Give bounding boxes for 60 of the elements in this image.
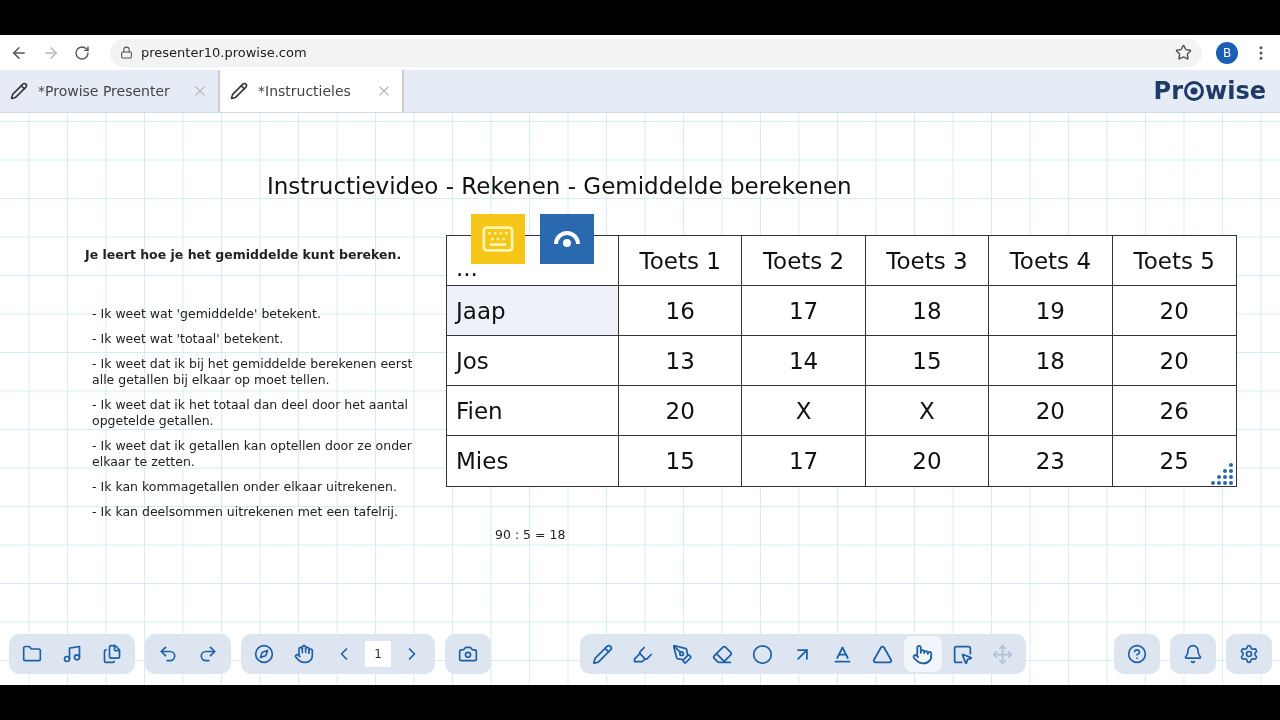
goal-text: - Ik kan deelsommen uitrekenen met een tafelrij. [92,504,399,520]
broadcast-button[interactable] [540,214,594,264]
star-icon[interactable] [1175,44,1192,61]
column-header: Toets 5 [1112,236,1236,286]
score-cell: 25 [1112,436,1236,486]
calculation-text: 90 : 5 = 18 [495,527,567,542]
score-cell: 17 [742,436,866,486]
goal-text: - Ik weet wat 'gemiddelde' betekent. [92,306,322,322]
triangle-icon [872,643,893,665]
score-cell: 14 [742,336,866,386]
name-cell[interactable]: Fien [447,386,619,436]
url-text: presenter10.prowise.com [141,45,307,60]
score-cell: 15 [619,436,743,486]
lock-icon [120,46,133,59]
column-header: Toets 3 [865,236,990,286]
score-cell: X [742,386,866,436]
score-cell: 23 [989,436,1113,486]
select-icon [952,643,973,665]
reload-icon[interactable] [74,44,90,61]
slide-title: Instructievideo - Rekenen - Gemiddelde berekenen [267,173,853,199]
score-cell: 20 [619,386,743,436]
score-cell: 19 [989,286,1113,336]
goal-text: - Ik weet dat ik bij het gemiddelde berekenen eerst alle getallen bij elkaar op moet tellen. [92,356,414,388]
score-cell: 16 [619,286,743,336]
score-cell: 20 [989,386,1113,436]
score-cell: 20 [1112,286,1236,336]
resize-handle-icon[interactable] [1211,461,1235,485]
page-number[interactable]: 1 [365,641,391,667]
score-cell: X [865,386,990,436]
pencil-icon [230,82,248,100]
score-cell: 15 [865,336,990,386]
pointer-hand-tool[interactable] [903,636,942,672]
score-cell: 18 [989,336,1113,386]
prowise-logo: Pr wise [1153,76,1267,107]
pointer-hand-icon [912,643,933,665]
name-cell[interactable]: Mies [447,436,619,486]
goal-text: - Ik weet wat 'totaal' betekent. [92,331,285,347]
circle-icon [752,643,773,665]
score-cell: 20 [1112,336,1236,386]
goal-text: - Ik weet dat ik het totaal dan deel door het aantal opgetelde getallen. [92,397,410,429]
column-header: Toets 4 [989,236,1113,286]
score-cell: 17 [742,286,866,336]
name-cell[interactable]: Jaap [447,286,619,336]
address-bar[interactable]: presenter10.prowise.com [110,38,1202,67]
column-header: Toets 2 [742,236,866,286]
score-cell: 20 [865,436,990,486]
score-cell: 26 [1112,386,1236,436]
score-cell: 18 [865,286,990,336]
goal-text: - Ik weet dat ik getallen kan optellen door ze onder elkaar te zetten. [92,438,413,470]
profile-avatar[interactable]: B [1216,41,1238,64]
document-tab[interactable]: *Instructieles [220,70,404,112]
pencil-icon [10,82,28,100]
name-cell[interactable]: Jos [447,336,619,386]
goal-text: - Ik kan kommagetallen onder elkaar uitrekenen. [92,479,398,495]
move-icon [992,643,1013,665]
eraser-icon [712,643,733,665]
intro-text: Je leert hoe je het gemiddelde kunt bereken. [85,247,403,262]
column-header: Toets 1 [619,236,743,286]
pencil-icon [592,643,613,665]
score-cell: 13 [619,336,743,386]
